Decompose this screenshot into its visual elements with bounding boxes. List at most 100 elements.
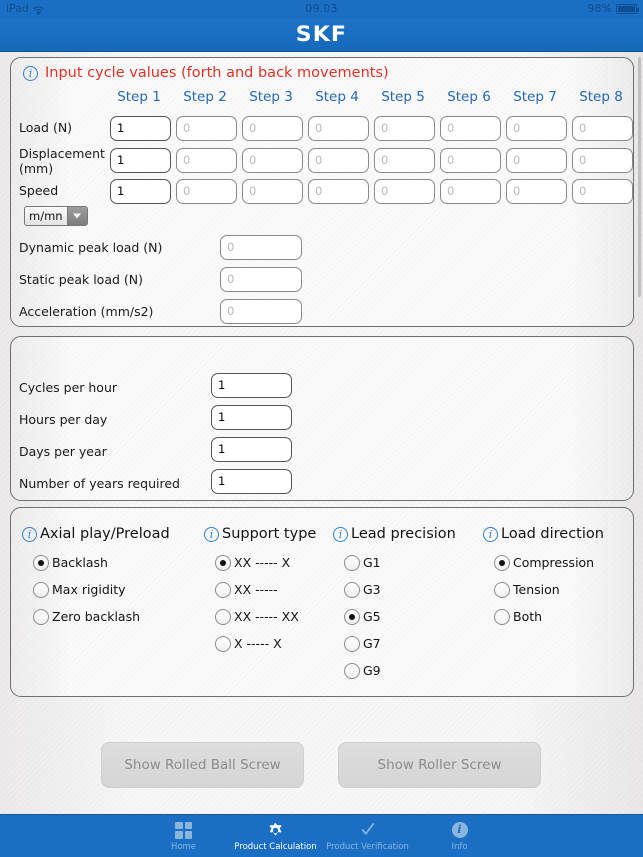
dynamic-peak-load-input[interactable]: 0 — [220, 235, 302, 260]
radio-indicator — [344, 554, 360, 571]
input-cycle-panel: i Input cycle values (forth and back mov… — [10, 57, 634, 327]
row-label-load: Load (N) — [19, 120, 73, 135]
radio-label: Compression — [513, 555, 595, 570]
radio-option-support-3[interactable]: XX ----- XX — [215, 603, 316, 630]
load-step-5-input[interactable]: 0 — [374, 116, 435, 141]
radio-option-g3[interactable]: G3 — [344, 576, 456, 603]
option-group-axial-play-title-text: Axial play/Preload — [40, 526, 170, 542]
tab-bar: Home Product Calculation Product Verific… — [0, 814, 643, 857]
radio-option-compression[interactable]: Compression — [494, 549, 604, 576]
radio-label: Backlash — [52, 555, 108, 570]
info-icon[interactable]: i — [23, 65, 38, 81]
option-group-lead-precision: i Lead precision G1 G3 G5 G7 G9 — [333, 526, 456, 684]
battery-icon — [616, 4, 639, 14]
radio-option-g7[interactable]: G7 — [344, 630, 456, 657]
radio-label: Both — [513, 609, 543, 624]
row-label-displacement: Displacement (mm) — [19, 146, 105, 176]
displacement-step-6-input[interactable]: 0 — [440, 148, 501, 173]
speed-step-1-input[interactable]: 1 — [110, 179, 171, 204]
speed-unit-select[interactable]: m/mn — [24, 206, 88, 226]
radio-indicator — [33, 581, 49, 598]
static-peak-load-input[interactable]: 0 — [220, 267, 302, 292]
option-group-lead-precision-title: i Lead precision — [333, 526, 456, 542]
radio-option-g5[interactable]: G5 — [344, 603, 456, 630]
speed-step-2-input[interactable]: 0 — [176, 179, 237, 204]
displacement-step-8-input[interactable]: 0 — [572, 148, 633, 173]
show-roller-screw-button[interactable]: Show Roller Screw — [338, 742, 541, 788]
load-step-7-input[interactable]: 0 — [506, 116, 567, 141]
tab-info[interactable]: i Info — [414, 815, 506, 857]
load-step-3-input[interactable]: 0 — [242, 116, 303, 141]
tab-info-label: Info — [451, 841, 468, 852]
info-icon[interactable]: i — [483, 526, 498, 542]
status-time: 09.03 — [305, 2, 338, 15]
acceleration-input[interactable]: 0 — [220, 299, 302, 324]
radio-indicator — [344, 608, 360, 625]
show-rolled-ball-screw-button[interactable]: Show Rolled Ball Screw — [101, 742, 304, 788]
speed-unit-value: m/mn — [29, 209, 63, 223]
radio-label: Max rigidity — [52, 582, 126, 597]
radio-option-backlash[interactable]: Backlash — [33, 549, 170, 576]
radio-option-max-rigidity[interactable]: Max rigidity — [33, 576, 170, 603]
tab-product-calculation[interactable]: Product Calculation — [230, 815, 322, 857]
vertical-scrollbar[interactable] — [638, 57, 641, 297]
number-of-years-input[interactable]: 1 — [211, 469, 292, 494]
radio-option-both[interactable]: Both — [494, 603, 604, 630]
cycles-per-hour-input[interactable]: 1 — [211, 373, 292, 398]
speed-step-3-input[interactable]: 0 — [242, 179, 303, 204]
radio-indicator — [215, 608, 231, 625]
checkmark-icon — [359, 821, 377, 840]
tab-product-verification[interactable]: Product Verification — [322, 815, 414, 857]
radio-indicator — [33, 554, 49, 571]
radio-option-tension[interactable]: Tension — [494, 576, 604, 603]
info-icon[interactable]: i — [22, 526, 37, 542]
displacement-step-4-input[interactable]: 0 — [308, 148, 369, 173]
skf-logo: SKF — [295, 22, 348, 46]
displacement-step-1-input[interactable]: 1 — [110, 148, 171, 173]
displacement-step-3-input[interactable]: 0 — [242, 148, 303, 173]
speed-step-8-input[interactable]: 0 — [572, 179, 633, 204]
days-per-year-input[interactable]: 1 — [211, 437, 292, 462]
radio-option-support-1[interactable]: XX ----- X — [215, 549, 316, 576]
speed-step-6-input[interactable]: 0 — [440, 179, 501, 204]
step-header-6: Step 6 — [447, 89, 491, 105]
step-header-3: Step 3 — [249, 89, 293, 105]
speed-step-7-input[interactable]: 0 — [506, 179, 567, 204]
radio-indicator — [215, 581, 231, 598]
load-step-2-input[interactable]: 0 — [176, 116, 237, 141]
displacement-step-5-input[interactable]: 0 — [374, 148, 435, 173]
radio-label: XX ----- XX — [234, 609, 299, 624]
radio-label: G1 — [363, 555, 381, 570]
label-acceleration: Acceleration (mm/s2) — [19, 304, 154, 319]
radio-option-g9[interactable]: G9 — [344, 657, 456, 684]
step-header-4: Step 4 — [315, 89, 359, 105]
info-icon[interactable]: i — [333, 526, 348, 542]
radio-indicator — [215, 554, 231, 571]
option-group-load-direction: i Load direction Compression Tension Bot… — [483, 526, 604, 630]
option-group-support-type-title-text: Support type — [222, 526, 317, 542]
load-step-8-input[interactable]: 0 — [572, 116, 633, 141]
radio-label: Zero backlash — [52, 609, 141, 624]
radio-option-support-4[interactable]: X ----- X — [215, 630, 316, 657]
tab-home[interactable]: Home — [138, 815, 230, 857]
load-step-6-input[interactable]: 0 — [440, 116, 501, 141]
hours-per-day-input[interactable]: 1 — [211, 405, 292, 430]
radio-option-zero-backlash[interactable]: Zero backlash — [33, 603, 170, 630]
app-root: iPad 09.03 98% SKF i Input cycle values … — [0, 0, 643, 857]
load-step-4-input[interactable]: 0 — [308, 116, 369, 141]
radio-label: XX ----- — [234, 582, 278, 597]
option-group-support-type-title: i Support type — [204, 526, 316, 542]
displacement-step-2-input[interactable]: 0 — [176, 148, 237, 173]
option-group-lead-precision-title-text: Lead precision — [351, 526, 456, 542]
radio-option-g1[interactable]: G1 — [344, 549, 456, 576]
label-dynamic-peak-load: Dynamic peak load (N) — [19, 240, 163, 255]
radio-label: G3 — [363, 582, 381, 597]
speed-step-5-input[interactable]: 0 — [374, 179, 435, 204]
info-icon[interactable]: i — [204, 526, 219, 542]
options-panel: i Axial play/Preload Backlash Max rigidi… — [10, 507, 634, 697]
radio-option-support-2[interactable]: XX ----- — [215, 576, 316, 603]
speed-step-4-input[interactable]: 0 — [308, 179, 369, 204]
displacement-step-7-input[interactable]: 0 — [506, 148, 567, 173]
load-step-1-input[interactable]: 1 — [110, 116, 171, 141]
radio-label: X ----- X — [234, 636, 282, 651]
